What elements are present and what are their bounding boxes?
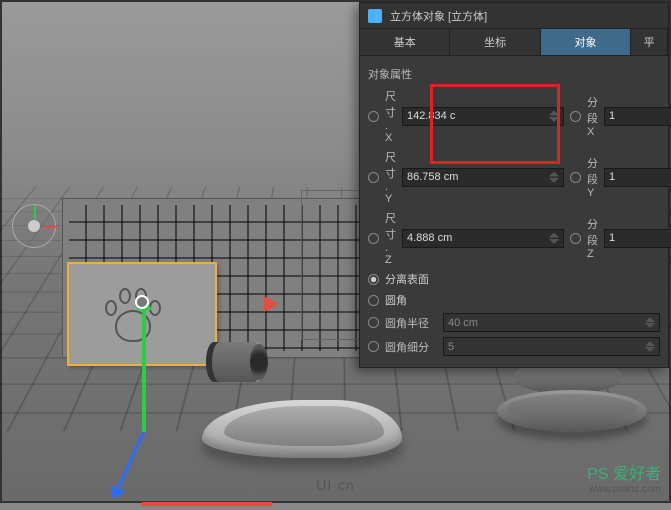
- spinner-icon[interactable]: [549, 233, 559, 244]
- fillet-radius-field: [443, 313, 660, 332]
- spinner-icon: [645, 341, 655, 352]
- size-z-field[interactable]: [402, 229, 564, 248]
- tab-coord[interactable]: 坐标: [450, 29, 540, 55]
- panel-titlebar[interactable]: 立方体对象 [立方体]: [360, 3, 668, 29]
- dot-icon: [570, 111, 581, 122]
- separate-surface-check[interactable]: 分离表面: [368, 271, 660, 287]
- radio-icon: [368, 295, 379, 306]
- watermark-center: UI·cn: [316, 477, 354, 493]
- panel-title: 立方体对象 [立方体]: [390, 8, 487, 24]
- spinner-icon[interactable]: [549, 111, 559, 122]
- size-y-label: 尺寸 . Y: [385, 149, 396, 205]
- spinner-icon: [645, 317, 655, 328]
- fillet-sub-label: 圆角细分: [385, 339, 437, 355]
- watermark-right: PS 爱好者 www.psahz.com: [587, 460, 661, 495]
- seg-y-field[interactable]: [604, 168, 671, 187]
- tab-phong[interactable]: 平: [631, 29, 668, 55]
- dot-icon: [570, 172, 581, 183]
- attributes-panel: 立方体对象 [立方体] 基本 坐标 对象 平 对象属性 尺寸 . X 分段 X …: [359, 2, 669, 368]
- size-y-field[interactable]: [402, 168, 564, 187]
- seg-x-field[interactable]: [604, 107, 671, 126]
- cube-icon: [368, 9, 382, 23]
- section-title: 对象属性: [368, 66, 660, 82]
- size-z-label: 尺寸 . Z: [385, 210, 396, 266]
- gizmo[interactable]: [142, 302, 272, 506]
- seg-x-label: 分段 X: [587, 94, 598, 138]
- dot-icon: [368, 172, 379, 183]
- size-x-field[interactable]: [402, 107, 564, 126]
- tab-basic[interactable]: 基本: [360, 29, 450, 55]
- seg-z-field[interactable]: [604, 229, 671, 248]
- view-compass[interactable]: [12, 204, 56, 248]
- axis-z[interactable]: [114, 431, 145, 496]
- radio-icon: [368, 274, 379, 285]
- fillet-radius-label: 圆角半径: [385, 315, 437, 331]
- axis-origin[interactable]: [135, 295, 149, 309]
- axis-y[interactable]: [142, 302, 146, 432]
- dot-icon: [368, 341, 379, 352]
- panel-tabs: 基本 坐标 对象 平: [360, 29, 668, 56]
- seg-z-label: 分段 Z: [587, 216, 598, 260]
- spinner-icon[interactable]: [549, 172, 559, 183]
- disc-large: [497, 390, 647, 432]
- tab-object[interactable]: 对象: [541, 29, 631, 55]
- fillet-check[interactable]: 圆角: [368, 292, 660, 308]
- dot-icon: [368, 111, 379, 122]
- dot-icon: [368, 317, 379, 328]
- fillet-sub-field: [443, 337, 660, 356]
- seg-y-label: 分段 Y: [587, 155, 598, 199]
- size-x-label: 尺寸 . X: [385, 88, 396, 144]
- viewport[interactable]: 立方体对象 [立方体] 基本 坐标 对象 平 对象属性 尺寸 . X 分段 X …: [0, 0, 671, 503]
- dot-icon: [368, 233, 379, 244]
- dot-icon: [570, 233, 581, 244]
